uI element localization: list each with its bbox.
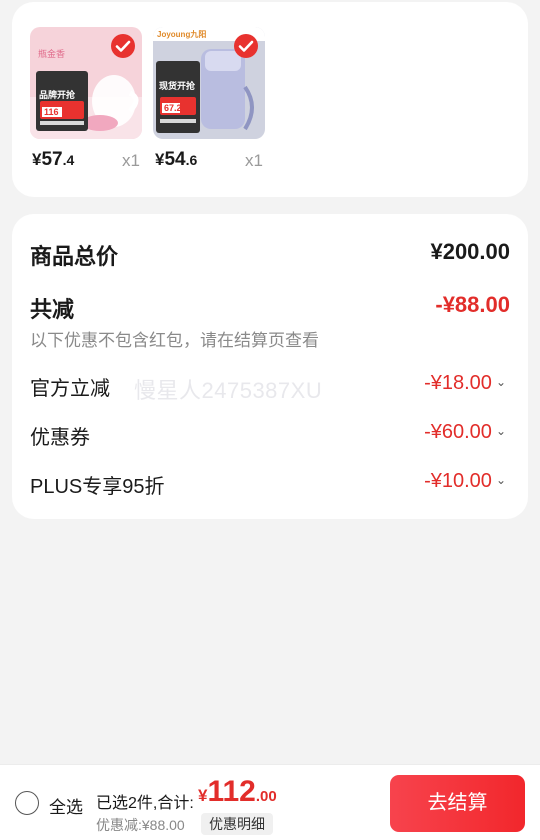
product-item[interactable]: 瓶金香 品牌开抢 116 ¥57.4 x1 bbox=[30, 27, 142, 170]
total-integer: 112 bbox=[207, 775, 256, 808]
discount-label: 优惠券 bbox=[30, 427, 90, 449]
discount-row-plus[interactable]: PLUS专享95折 -¥10.00 ⌄ bbox=[30, 470, 510, 498]
product-promo-line: 现货开抢 bbox=[159, 81, 196, 91]
product-promo-price: 67.2 bbox=[164, 103, 182, 113]
product-promo-price: 116 bbox=[44, 107, 59, 117]
discount-amount: -¥60.00 bbox=[424, 421, 492, 443]
discount-row-official[interactable]: 官方立减 -¥18.00 ⌄ bbox=[30, 372, 510, 400]
discount-note-text: 以下优惠不包含红包，请在结算页查看 bbox=[30, 331, 319, 350]
product-image[interactable]: 瓶金香 品牌开抢 116 bbox=[30, 27, 142, 139]
total-reduce-row: 共减 -¥88.00 bbox=[30, 292, 510, 322]
discount-note: 以下优惠不包含红包，请在结算页查看 bbox=[30, 326, 510, 350]
total-reduce-label: 共减 bbox=[30, 297, 75, 322]
total-price-row: 商品总价 ¥200.00 bbox=[30, 239, 510, 269]
total-reduce-value: -¥88.00 bbox=[435, 292, 510, 317]
product-image[interactable]: Joyoung九阳 现货开抢 67.2 bbox=[153, 27, 265, 139]
total-decimal: .00 bbox=[255, 788, 277, 805]
total-price-value: ¥200.00 bbox=[430, 239, 510, 264]
price-integer: 54 bbox=[164, 149, 186, 170]
checkmark-circle-icon[interactable] bbox=[233, 33, 259, 59]
price-summary-card: 商品总价 ¥200.00 共减 -¥88.00 以下优惠不包含红包，请在结算页查… bbox=[12, 214, 528, 519]
discount-row-coupon[interactable]: 优惠券 -¥60.00 ⌄ bbox=[30, 421, 510, 449]
discount-amount: -¥10.00 bbox=[424, 470, 492, 492]
products-card: 瓶金香 品牌开抢 116 ¥57.4 x1 Joyoung九阳 现货开抢 67.… bbox=[12, 2, 528, 197]
chevron-down-icon[interactable]: ⌄ bbox=[496, 424, 506, 438]
total-price-label: 商品总价 bbox=[30, 244, 119, 269]
chevron-down-icon[interactable]: ⌄ bbox=[496, 375, 506, 389]
discount-value: -¥10.00 ⌄ bbox=[424, 470, 506, 493]
product-price-row: ¥54.6 x1 bbox=[153, 149, 265, 175]
radio-empty-icon[interactable] bbox=[15, 791, 39, 815]
product-badge: 瓶金香 bbox=[38, 49, 66, 59]
saved-amount: 优惠减:¥88.00 bbox=[96, 817, 185, 833]
discount-label: 官方立减 bbox=[30, 378, 110, 400]
product-price: ¥57.4 bbox=[32, 149, 74, 171]
chevron-down-icon[interactable]: ⌄ bbox=[496, 473, 506, 487]
discount-value: -¥60.00 ⌄ bbox=[424, 421, 506, 444]
discount-amount: -¥18.00 bbox=[424, 372, 492, 394]
product-quantity: x1 bbox=[245, 151, 263, 170]
selected-summary: 已选2件,合计: bbox=[96, 795, 194, 812]
price-decimal: .6 bbox=[185, 152, 198, 168]
product-promo-line: 品牌开抢 bbox=[39, 90, 76, 100]
price-integer: 57 bbox=[41, 149, 63, 170]
discount-value: -¥18.00 ⌄ bbox=[424, 372, 506, 395]
checkout-button[interactable]: 去结算 bbox=[390, 775, 525, 832]
product-badge: Joyoung九阳 bbox=[157, 30, 207, 39]
discount-label: PLUS专享95折 bbox=[30, 476, 165, 498]
checkmark-circle-icon[interactable] bbox=[110, 33, 136, 59]
product-quantity: x1 bbox=[122, 151, 140, 170]
product-item[interactable]: Joyoung九阳 现货开抢 67.2 ¥54.6 x1 bbox=[153, 27, 265, 170]
product-price-row: ¥57.4 x1 bbox=[30, 149, 142, 175]
product-price: ¥54.6 bbox=[155, 149, 197, 171]
select-all-label[interactable]: 全选 bbox=[49, 793, 83, 818]
price-decimal: .4 bbox=[62, 152, 75, 168]
checkout-bar: 全选 已选2件,合计: ¥112.00 优惠减:¥88.00 优惠明细 去结算 bbox=[0, 764, 540, 840]
total-amount: ¥112.00 bbox=[198, 775, 277, 809]
discount-detail-button[interactable]: 优惠明细 bbox=[201, 813, 273, 835]
